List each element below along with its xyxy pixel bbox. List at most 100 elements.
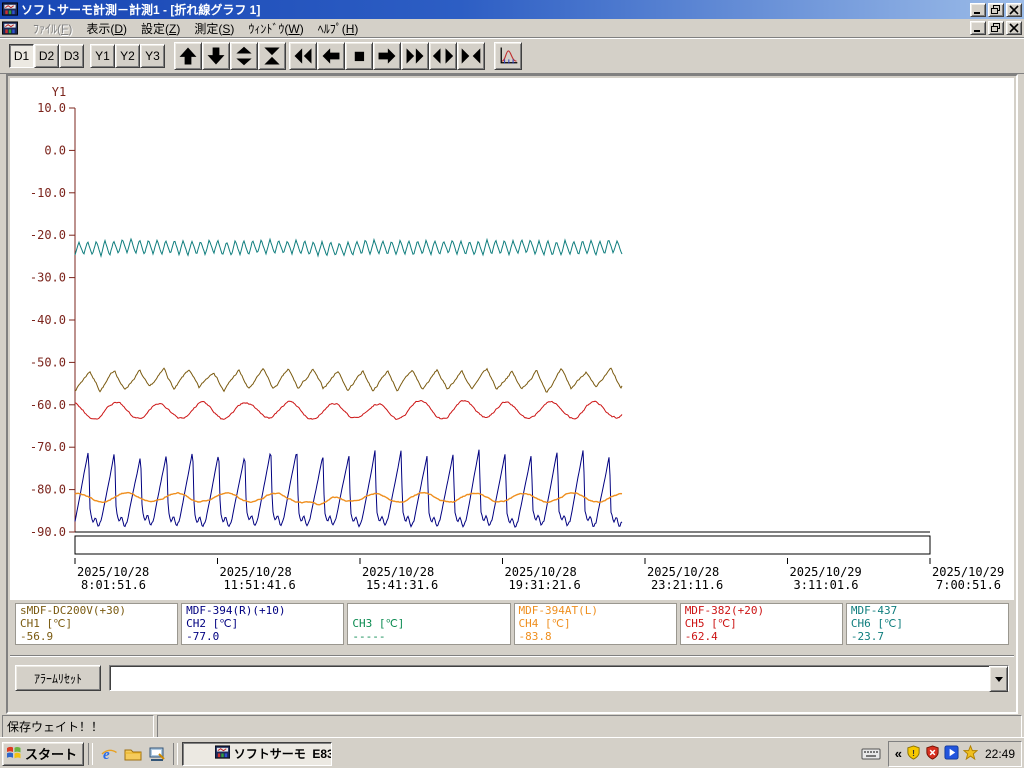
svg-text:3:11:01.6: 3:11:01.6 (794, 578, 859, 592)
svg-text:15:41:31.6: 15:41:31.6 (366, 578, 438, 592)
toolbar-button-scroll-down[interactable] (202, 42, 230, 70)
task-button-softthermo[interactable]: ソフトサーモ E830 (182, 741, 333, 766)
favorites-star-icon[interactable] (962, 744, 979, 763)
legend: sMDF-DC200V(+30) CH1 [℃] -56.9 MDF-394(R)(+… (10, 603, 1014, 645)
menu-item-help[interactable]: ﾍﾙﾌﾟ(H) (311, 19, 366, 38)
fit-vertical-icon (264, 47, 280, 65)
legend-channel-label: CH4 [℃] (518, 617, 571, 630)
app-icon[interactable] (2, 2, 18, 17)
toolbar-button-y1[interactable]: Y1 (90, 44, 115, 68)
toolbar-button-expand-horizontal[interactable] (429, 42, 457, 70)
minimize-button[interactable] (970, 2, 986, 17)
start-button-label: スタート (25, 747, 78, 762)
restore-button[interactable] (988, 2, 1004, 17)
svg-text:0.0: 0.0 (44, 143, 66, 157)
windows-logo-icon (6, 744, 22, 763)
legend-cell-ch1: sMDF-DC200V(+30) CH1 [℃] -56.9 (15, 603, 179, 645)
toolbar-button-d2[interactable]: D2 (34, 44, 59, 68)
alarm-combobox[interactable] (109, 665, 1009, 692)
legend-sensor-name: sMDF-DC200V(+30) (20, 604, 126, 617)
toolbar-button-expand-vertical[interactable] (230, 42, 258, 70)
toolbar-button-line-graph[interactable] (494, 42, 522, 70)
toolbar-button-compress-horizontal[interactable] (457, 42, 485, 70)
toolbar: D1 D2 D3 Y1 Y2 Y3 (0, 38, 1024, 74)
toolbar-button-scroll-up[interactable] (174, 42, 202, 70)
clock: 22:49 (984, 746, 1015, 761)
svg-text:-30.0: -30.0 (30, 271, 66, 285)
chevron-down-icon (994, 676, 1003, 682)
svg-text:19:31:21.6: 19:31:21.6 (509, 578, 581, 592)
expand-horizontal-icon (432, 48, 454, 64)
legend-value: -77.0 (186, 630, 220, 643)
legend-channel-label: CH1 [℃] (20, 617, 73, 630)
svg-text:2025/10/29: 2025/10/29 (790, 565, 862, 579)
legend-sensor-name: MDF-382(+20) (684, 604, 765, 617)
menu-item-measure[interactable]: 測定(S) (187, 19, 241, 38)
mdi-child-icon[interactable] (2, 20, 18, 36)
series-ch6 (74, 237, 623, 258)
app-window: ソフトサーモ計測－計測1 - [折れ線グラフ 1] ﾌｧｲﾙ(F) 表示(D) 設定… (0, 0, 1024, 768)
legend-value: -23.7 (850, 630, 884, 643)
toolbar-button-step-right[interactable] (373, 42, 401, 70)
security-blocked-icon[interactable] (925, 744, 940, 763)
toolbar-button-y2[interactable]: Y2 (115, 44, 140, 68)
legend-channel-label: CH6 [℃] (850, 617, 903, 630)
child-close-button[interactable] (1006, 21, 1022, 35)
alarm-reset-button[interactable]: ｱﾗｰﾑﾘｾｯﾄ (15, 665, 101, 691)
internet-explorer-icon[interactable]: e (97, 742, 121, 766)
child-minimize-button[interactable] (970, 21, 986, 35)
alarm-combobox-value (110, 666, 989, 690)
mdi-client-area: Y1 10.0 0.0 -10.0 -20.0 -30.0 -40.0 -50.0 -60.0 -… (6, 74, 1018, 714)
toolbar-button-step-left[interactable] (317, 42, 345, 70)
menu-item-window[interactable]: ｳｨﾝﾄﾞｳ(W) (241, 19, 310, 38)
svg-text:-20.0: -20.0 (30, 228, 66, 242)
series-ch5 (74, 399, 623, 420)
svg-text:7:00:51.6: 7:00:51.6 (936, 578, 1001, 592)
svg-text:2025/10/29: 2025/10/29 (932, 565, 1004, 579)
legend-cell-ch6: MDF-437 CH6 [℃] -23.7 (845, 603, 1010, 645)
legend-value: -83.8 (518, 630, 552, 643)
expand-vertical-icon (236, 46, 252, 66)
menu-item-view[interactable]: 表示(D) (79, 19, 134, 38)
legend-cell-ch3: CH3 [℃] ----- (347, 603, 511, 645)
toolbar-button-fast-backward[interactable] (289, 42, 317, 70)
svg-text:2025/10/28: 2025/10/28 (220, 565, 292, 579)
taskbar: スタート e ソフトサーモ E830 « ! 22:49 (0, 737, 1024, 768)
legend-value: -56.9 (20, 630, 54, 643)
start-button[interactable]: スタート (2, 741, 85, 766)
legend-value: -62.4 (684, 630, 718, 643)
compress-horizontal-icon (461, 48, 481, 64)
svg-text:Y1: Y1 (52, 85, 66, 99)
toolbar-button-stop[interactable] (345, 42, 373, 70)
menu-item-file: ﾌｧｲﾙ(F) (33, 21, 73, 36)
toolbar-button-d1[interactable]: D1 (9, 44, 34, 68)
series-ch2 (74, 449, 623, 528)
menu-item-settings[interactable]: 設定(Z) (134, 19, 187, 38)
stop-icon (354, 51, 365, 62)
toolbar-button-fit-vertical[interactable] (258, 42, 286, 70)
media-player-icon[interactable] (944, 744, 959, 763)
window-title: ソフトサーモ計測－計測1 - [折れ線グラフ 1] (21, 3, 261, 17)
close-button[interactable] (1006, 2, 1022, 17)
combobox-dropdown-button[interactable] (989, 666, 1008, 692)
child-restore-button[interactable] (988, 21, 1004, 35)
security-alert-icon[interactable]: ! (906, 744, 921, 763)
fast-forward-icon (406, 48, 424, 64)
folder-icon[interactable] (121, 742, 145, 766)
scroll-down-icon (207, 47, 225, 65)
tray-chevron[interactable]: « (895, 746, 902, 761)
svg-text:2025/10/28: 2025/10/28 (647, 565, 719, 579)
keyboard-layout-icon[interactable] (858, 742, 884, 766)
toolbar-button-fast-forward[interactable] (401, 42, 429, 70)
toolbar-button-y3[interactable]: Y3 (140, 44, 165, 68)
legend-value: ----- (352, 630, 386, 643)
toolbar-button-d3[interactable]: D3 (59, 44, 84, 68)
task-app-icon (188, 743, 231, 765)
legend-channel-label: CH3 [℃] (352, 617, 405, 630)
system-tray: « ! 22:49 (887, 740, 1022, 767)
svg-text:2025/10/28: 2025/10/28 (77, 565, 149, 579)
show-desktop-icon[interactable] (145, 742, 169, 766)
svg-text:-40.0: -40.0 (30, 313, 66, 327)
fast-backward-icon (294, 48, 312, 64)
alarm-row: ｱﾗｰﾑﾘｾｯﾄ (10, 665, 1014, 692)
